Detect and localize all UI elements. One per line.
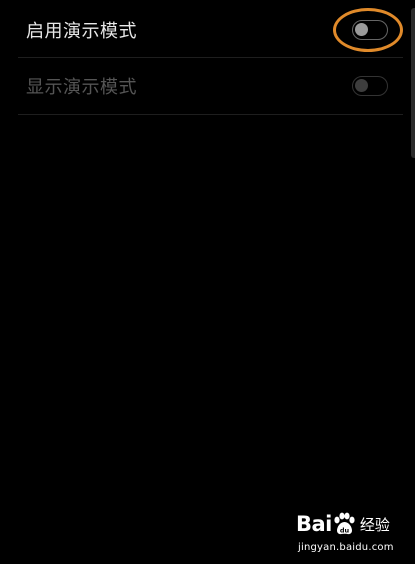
baidu-logo: Bai du 经验 — [296, 510, 390, 538]
show-demo-mode-toggle — [352, 76, 388, 96]
paw-icon: du — [334, 512, 355, 535]
enable-demo-mode-toggle[interactable] — [352, 20, 388, 40]
baidu-logo-suffix: 经验 — [359, 515, 390, 534]
toggle-knob — [355, 23, 368, 36]
setting-row-enable-demo-mode[interactable]: 启用演示模式 — [0, 2, 410, 58]
baidu-logo-du: du — [340, 527, 350, 535]
baidu-logo-prefix: Bai — [296, 512, 332, 536]
toggle-knob — [355, 79, 368, 92]
settings-screen: 启用演示模式 显示演示模式 Bai du 经验 jingyan.baidu.co… — [0, 0, 415, 564]
setting-row-show-demo-mode: 显示演示模式 — [0, 58, 410, 114]
watermark-url: jingyan.baidu.com — [298, 542, 394, 553]
setting-label-enable-demo-mode: 启用演示模式 — [26, 21, 137, 42]
row-divider — [18, 114, 403, 115]
screen-edge-indicator — [411, 8, 415, 158]
setting-label-show-demo-mode: 显示演示模式 — [26, 77, 137, 98]
baidu-jingyan-watermark: Bai du 经验 jingyan.baidu.com — [294, 508, 414, 558]
